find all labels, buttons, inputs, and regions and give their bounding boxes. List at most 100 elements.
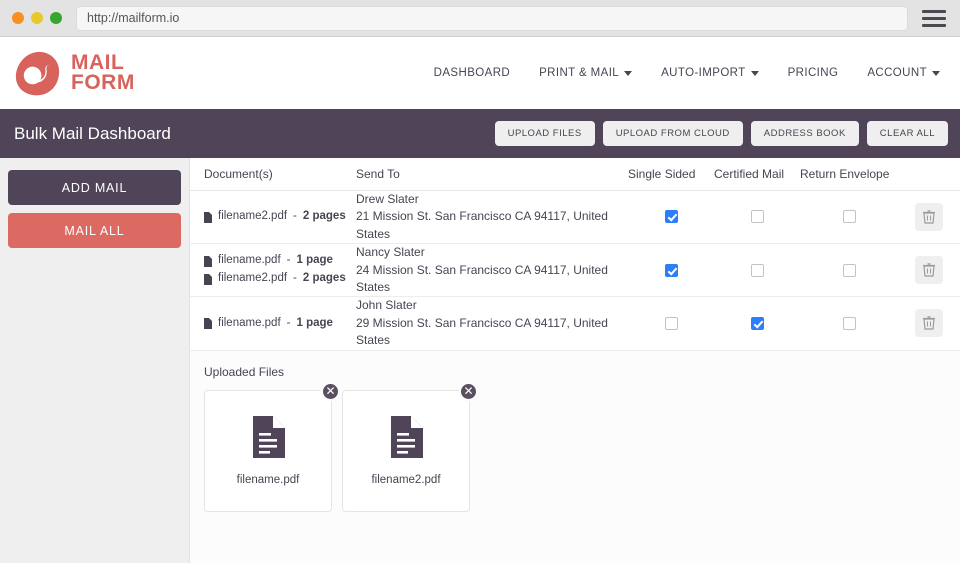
upload-from-cloud-button[interactable]: UPLOAD FROM CLOUD bbox=[603, 121, 743, 146]
close-window-dot[interactable] bbox=[12, 12, 24, 24]
certified-mail-checkbox[interactable] bbox=[751, 210, 764, 223]
row-recipient: Drew Slater 21 Mission St. San Francisco… bbox=[356, 191, 628, 243]
address-bar[interactable]: http://mailform.io bbox=[76, 6, 908, 31]
document-name: filename.pdf bbox=[218, 315, 281, 333]
document-name: filename.pdf bbox=[218, 252, 281, 270]
document-pages: 1 page bbox=[297, 315, 333, 333]
trash-icon bbox=[923, 210, 935, 224]
recipient-name: Drew Slater bbox=[356, 191, 628, 208]
uploaded-file-name: filename.pdf bbox=[237, 474, 300, 486]
uploaded-files-section: Uploaded Files ✕ bbox=[190, 351, 960, 563]
table-row: filename.pdf - 1 page filename2.pdf - bbox=[190, 244, 960, 297]
cell-actions bbox=[898, 309, 960, 337]
uploaded-files-title: Uploaded Files bbox=[204, 365, 960, 379]
cell-certified-mail bbox=[714, 261, 800, 279]
recipient-address: 29 Mission St. San Francisco CA 94117, U… bbox=[356, 315, 628, 350]
browser-window: http://mailform.io MAIL FORM DA bbox=[0, 0, 960, 563]
document-pages: 2 pages bbox=[303, 208, 346, 226]
dashboard-actions: UPLOAD FILES UPLOAD FROM CLOUD ADDRESS B… bbox=[495, 121, 948, 146]
document-separator: - bbox=[293, 270, 297, 288]
document-separator: - bbox=[287, 252, 291, 270]
document-icon bbox=[204, 212, 212, 223]
return-envelope-checkbox[interactable] bbox=[843, 264, 856, 277]
cell-return-envelope bbox=[800, 261, 898, 279]
main-content: Document(s) Send To Single Sided Certifi… bbox=[190, 158, 960, 563]
single-sided-checkbox[interactable] bbox=[665, 264, 678, 277]
remove-file-icon[interactable]: ✕ bbox=[459, 382, 478, 401]
delete-row-button[interactable] bbox=[915, 256, 943, 284]
delete-row-button[interactable] bbox=[915, 309, 943, 337]
column-header-documents: Document(s) bbox=[204, 167, 356, 181]
uploaded-file-card[interactable]: ✕ filename.pdf bbox=[204, 390, 332, 512]
document-pages: 1 page bbox=[297, 252, 333, 270]
trash-icon bbox=[923, 316, 935, 330]
column-header-send-to: Send To bbox=[356, 167, 628, 181]
single-sided-checkbox[interactable] bbox=[665, 317, 678, 330]
recipient-name: John Slater bbox=[356, 297, 628, 314]
row-documents: filename2.pdf - 2 pages bbox=[204, 208, 356, 226]
file-icon bbox=[389, 416, 423, 458]
chevron-down-icon bbox=[932, 71, 940, 76]
nav-item-print-and-mail[interactable]: PRINT & MAIL bbox=[539, 67, 632, 79]
row-documents: filename.pdf - 1 page bbox=[204, 315, 356, 333]
main-navigation: DASHBOARD PRINT & MAIL AUTO-IMPORT PRICI… bbox=[434, 67, 940, 79]
sidebar: ADD MAIL MAIL ALL bbox=[0, 158, 190, 563]
uploaded-file-card[interactable]: ✕ filename2.pdf bbox=[342, 390, 470, 512]
clear-all-button[interactable]: CLEAR ALL bbox=[867, 121, 948, 146]
page-title: Bulk Mail Dashboard bbox=[14, 124, 171, 144]
cell-certified-mail bbox=[714, 314, 800, 332]
nav-item-account[interactable]: ACCOUNT bbox=[867, 67, 940, 79]
document-name: filename2.pdf bbox=[218, 208, 287, 226]
mail-all-button[interactable]: MAIL ALL bbox=[8, 213, 181, 248]
table-row: filename2.pdf - 2 pages Drew Slater 21 M… bbox=[190, 191, 960, 244]
delete-row-button[interactable] bbox=[915, 203, 943, 231]
document-entry: filename.pdf - 1 page bbox=[204, 252, 356, 270]
add-mail-button[interactable]: ADD MAIL bbox=[8, 170, 181, 205]
window-controls bbox=[12, 12, 62, 24]
mailform-logo[interactable]: MAIL FORM bbox=[14, 50, 135, 97]
file-icon bbox=[251, 416, 285, 458]
url-text: http://mailform.io bbox=[87, 11, 179, 25]
document-entry: filename2.pdf - 2 pages bbox=[204, 208, 356, 226]
trash-icon bbox=[923, 263, 935, 277]
nav-label-account: ACCOUNT bbox=[867, 67, 927, 79]
uploaded-file-name: filename2.pdf bbox=[371, 474, 440, 486]
chevron-down-icon bbox=[624, 71, 632, 76]
nav-label-auto-import: AUTO-IMPORT bbox=[661, 67, 745, 79]
address-book-button[interactable]: ADDRESS BOOK bbox=[751, 121, 859, 146]
nav-item-dashboard[interactable]: DASHBOARD bbox=[434, 67, 510, 79]
remove-file-icon[interactable]: ✕ bbox=[321, 382, 340, 401]
dashboard-body: ADD MAIL MAIL ALL Document(s) Send To Si… bbox=[0, 158, 960, 563]
cell-single-sided bbox=[628, 314, 714, 332]
mailform-logo-icon bbox=[14, 50, 61, 97]
cell-single-sided bbox=[628, 261, 714, 279]
column-header-certified-mail: Certified Mail bbox=[714, 167, 800, 181]
return-envelope-checkbox[interactable] bbox=[843, 317, 856, 330]
upload-files-button[interactable]: UPLOAD FILES bbox=[495, 121, 595, 146]
return-envelope-checkbox[interactable] bbox=[843, 210, 856, 223]
column-header-return-envelope: Return Envelope bbox=[800, 167, 898, 181]
cell-return-envelope bbox=[800, 208, 898, 226]
cell-certified-mail bbox=[714, 208, 800, 226]
nav-item-auto-import[interactable]: AUTO-IMPORT bbox=[661, 67, 758, 79]
logo-wordmark: MAIL FORM bbox=[71, 53, 135, 92]
nav-item-pricing[interactable]: PRICING bbox=[788, 67, 839, 79]
maximize-window-dot[interactable] bbox=[50, 12, 62, 24]
site-header: MAIL FORM DASHBOARD PRINT & MAIL AUTO-IM… bbox=[0, 37, 960, 109]
browser-chrome: http://mailform.io bbox=[0, 0, 960, 37]
certified-mail-checkbox[interactable] bbox=[751, 264, 764, 277]
document-separator: - bbox=[287, 315, 291, 333]
single-sided-checkbox[interactable] bbox=[665, 210, 678, 223]
cell-actions bbox=[898, 203, 960, 231]
nav-label-pricing: PRICING bbox=[788, 67, 839, 79]
hamburger-menu-icon[interactable] bbox=[922, 7, 948, 29]
uploaded-files-list: ✕ filename.pdf bbox=[204, 390, 960, 512]
cell-return-envelope bbox=[800, 314, 898, 332]
cell-single-sided bbox=[628, 208, 714, 226]
nav-label-print-and-mail: PRINT & MAIL bbox=[539, 67, 619, 79]
minimize-window-dot[interactable] bbox=[31, 12, 43, 24]
certified-mail-checkbox[interactable] bbox=[751, 317, 764, 330]
chevron-down-icon bbox=[751, 71, 759, 76]
document-icon bbox=[204, 274, 212, 285]
document-icon bbox=[204, 318, 212, 329]
